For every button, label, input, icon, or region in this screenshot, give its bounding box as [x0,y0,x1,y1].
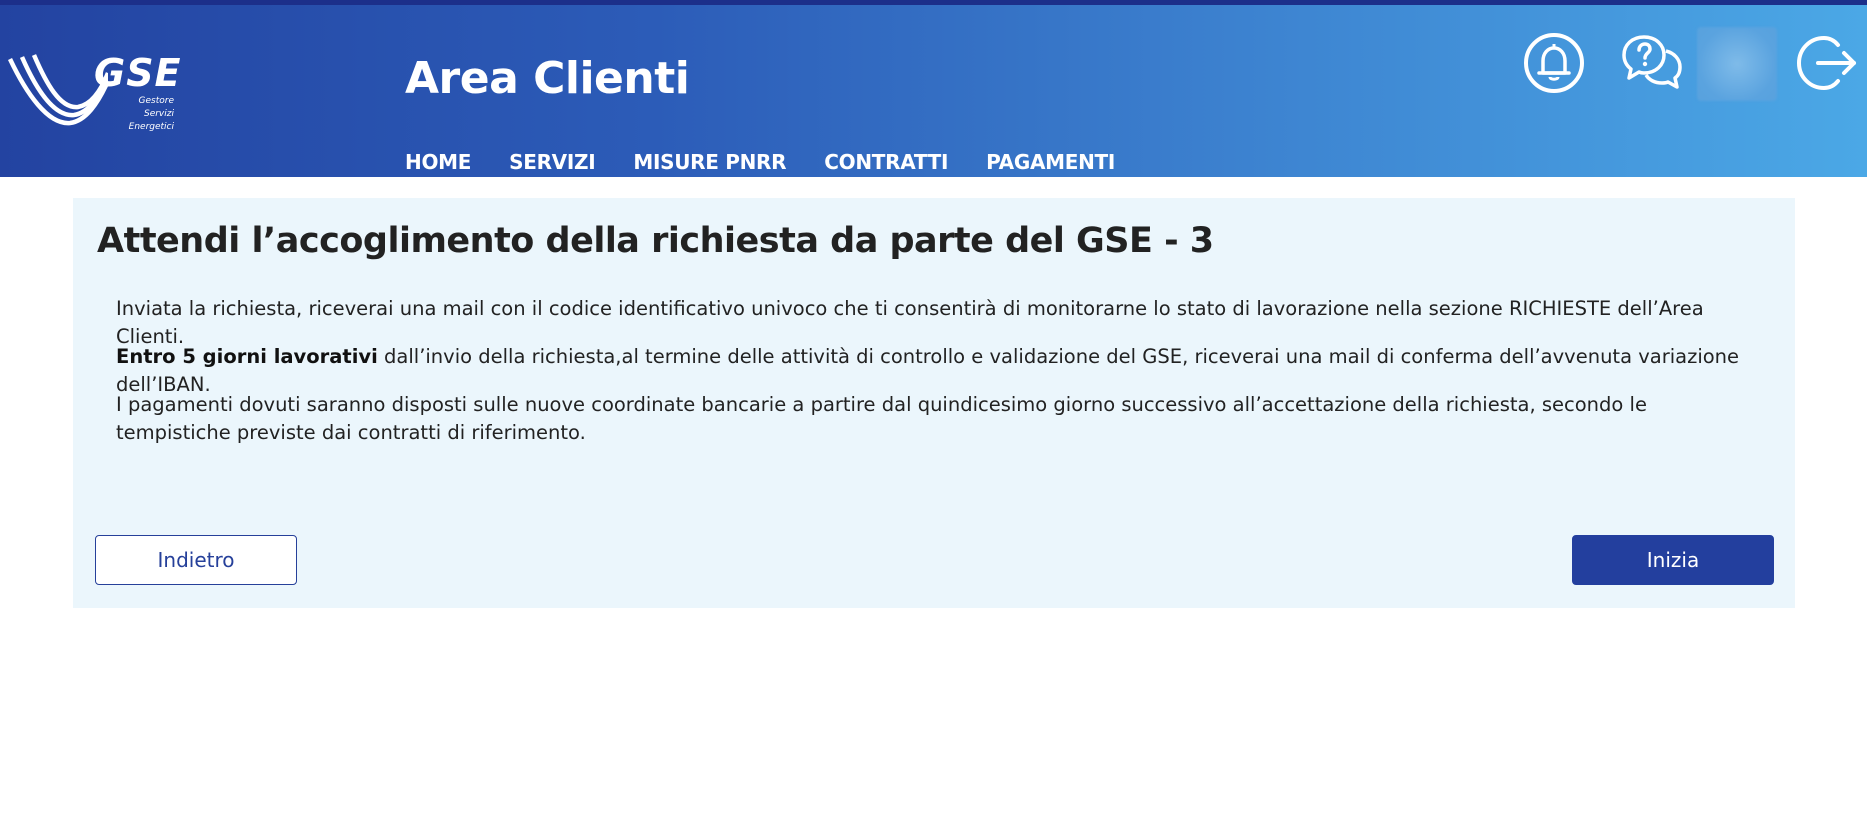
nav-item-pagamenti[interactable]: PAGAMENTI [986,149,1115,175]
header: GSE Gestore Servizi Energetici Area Clie… [0,0,1867,177]
nav-item-servizi[interactable]: SERVIZI [509,149,596,175]
avatar[interactable] [1697,27,1777,101]
gse-logo[interactable]: GSE Gestore Servizi Energetici [8,53,181,138]
app-title: Area Clienti [405,53,690,104]
request-status-card: Attendi l’accoglimento della richiesta d… [73,198,1795,608]
info-paragraph: I pagamenti dovuti saranno disposti sull… [116,393,1647,444]
nav-item-home[interactable]: HOME [405,149,471,175]
back-button[interactable]: Indietro [95,535,297,585]
logo-sub-line: Energetici [128,122,174,132]
nav-item-misure-pnrr[interactable]: MISURE PNRR [633,149,786,175]
main-nav: HOME SERVIZI MISURE PNRR CONTRATTI PAGAM… [405,149,1153,175]
logo-sub-line: Servizi [143,109,174,119]
help-chat-icon[interactable] [1620,31,1684,95]
bell-icon[interactable] [1522,31,1586,95]
page-title: Attendi l’accoglimento della richiesta d… [97,221,1214,261]
deadline-text: Entro 5 giorni lavorativi [116,345,378,368]
gse-logo-waves-icon [8,54,108,126]
nav-item-contratti[interactable]: CONTRATTI [824,149,948,175]
start-button[interactable]: Inizia [1572,535,1774,585]
logo-subtitle: Gestore Servizi Energetici [128,95,174,134]
logout-icon[interactable] [1794,31,1858,95]
logo-sub-line: Gestore [138,96,174,106]
logo-wordmark: GSE [94,51,182,95]
